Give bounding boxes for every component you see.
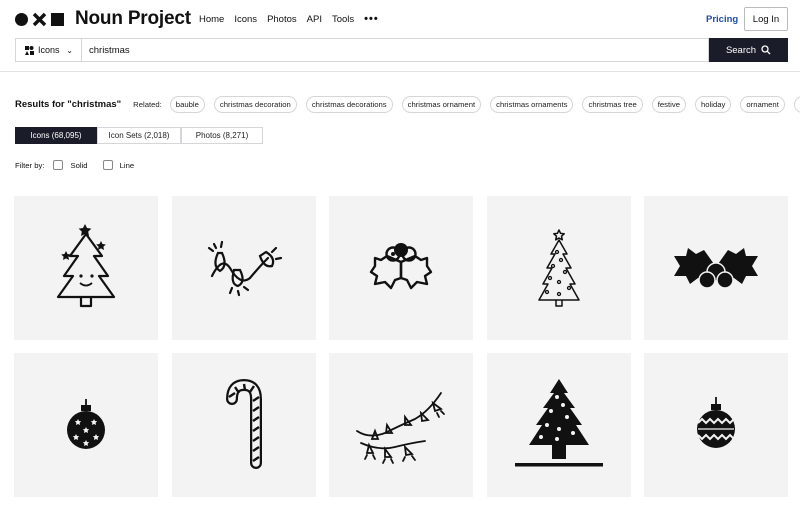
top-header: Noun Project Home Icons Photos API Tools… (0, 0, 800, 72)
line-label: Line (119, 160, 135, 170)
related-chip[interactable]: bauble (169, 96, 205, 113)
icon-result-tile[interactable] (172, 196, 316, 340)
results-header: Results for "christmas" Related: bauble … (15, 96, 800, 113)
holly-wreath-icon (369, 243, 433, 290)
nav-icons[interactable]: Icons (234, 14, 257, 25)
icon-result-tile[interactable] (487, 196, 631, 340)
tab-icons[interactable]: Icons (68,095) (15, 127, 97, 144)
star-bauble-icon (67, 399, 105, 449)
holly-berries-icon (674, 248, 758, 289)
related-chip[interactable]: ornament (740, 96, 785, 113)
icon-result-tile[interactable] (14, 196, 158, 340)
result-type-tabs: Icons (68,095) Icon Sets (2,018) Photos … (15, 127, 263, 144)
brand-name: Noun Project (75, 8, 191, 29)
nav-api[interactable]: API (307, 14, 322, 25)
related-chip[interactable]: festive (651, 96, 686, 113)
zigzag-bauble-icon (697, 397, 735, 448)
tab-icon-sets[interactable]: Icon Sets (2,018) (97, 127, 181, 144)
related-chip[interactable]: tree (793, 96, 800, 113)
related-chip[interactable]: christmas decorations (305, 96, 393, 113)
icon-result-tile[interactable] (14, 353, 158, 497)
icon-result-tile[interactable] (329, 353, 473, 497)
solid-label: Solid (70, 160, 88, 170)
chevron-down-icon: ⌄ (66, 45, 73, 55)
related-chip[interactable]: christmas decoration (213, 96, 297, 113)
light-string-icon (207, 240, 283, 297)
search-button-label: Search (725, 44, 757, 56)
tab-photos[interactable]: Photos (8,271) (181, 127, 263, 144)
nav-tools[interactable]: Tools (332, 14, 354, 25)
icon-result-tile[interactable] (172, 353, 316, 497)
solid-checkbox[interactable] (53, 160, 64, 170)
login-button[interactable]: Log In (744, 7, 788, 31)
icon-result-tile[interactable] (644, 196, 788, 340)
related-chip[interactable]: christmas tree (582, 96, 643, 113)
search-icon (761, 45, 771, 55)
results-title: Results for "christmas" (15, 99, 122, 110)
related-chip[interactable]: christmas ornament (401, 96, 482, 113)
search-button[interactable]: Search (709, 38, 788, 62)
icon-result-tile[interactable] (644, 353, 788, 497)
candy-cane-icon (226, 378, 262, 469)
more-menu-button[interactable]: ••• (364, 13, 379, 25)
icon-result-tile[interactable] (329, 196, 473, 340)
search-input[interactable] (82, 39, 708, 61)
pricing-link[interactable]: Pricing (706, 14, 738, 25)
christmas-tree-face-icon (56, 224, 116, 308)
logo-mark-icon (15, 12, 64, 27)
filter-row: Filter by: Solid Line (15, 160, 149, 170)
search-type-dropdown[interactable]: Icons ⌄ (16, 39, 82, 61)
noun-project-logo[interactable]: Noun Project (15, 8, 191, 30)
filter-label: Filter by: (15, 160, 45, 170)
fairy-lights-icon (356, 392, 445, 464)
icon-result-tile[interactable] (487, 353, 631, 497)
dotted-tree-icon (538, 229, 580, 307)
icons-type-icon (25, 45, 34, 55)
nav-photos[interactable]: Photos (267, 14, 297, 25)
search-bar: Icons ⌄ (15, 38, 709, 62)
line-checkbox[interactable] (102, 160, 113, 170)
related-chip[interactable]: christmas ornaments (490, 96, 574, 113)
nav-home[interactable]: Home (199, 14, 224, 25)
related-label: Related: (133, 100, 162, 109)
related-chip[interactable]: holiday (694, 96, 732, 113)
search-type-label: Icons (38, 45, 60, 55)
main-nav: Home Icons Photos API Tools ••• (199, 13, 379, 25)
solid-tree-icon (515, 379, 603, 467)
